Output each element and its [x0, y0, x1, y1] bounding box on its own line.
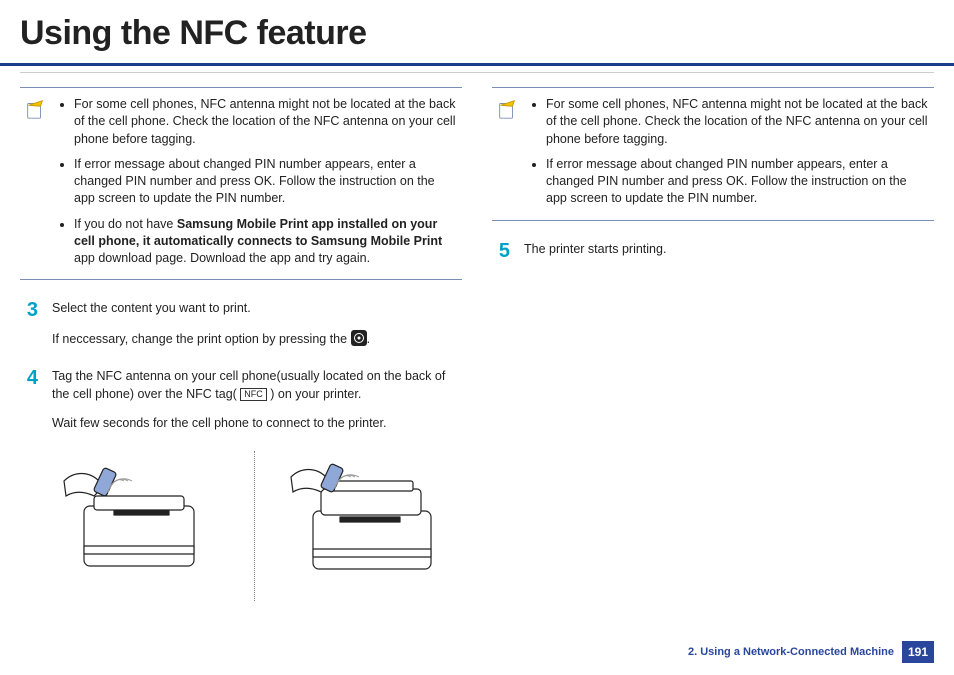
printer-illustration-2: [285, 451, 455, 591]
text-run: ) on your printer.: [267, 387, 362, 401]
note-item: If you do not have Samsung Mobile Print …: [74, 216, 456, 268]
note-box-left: For some cell phones, NFC antenna might …: [20, 87, 462, 280]
step-body: Tag the NFC antenna on your cell phone(u…: [52, 368, 462, 433]
settings-icon: [351, 330, 367, 346]
note-item: If error message about changed PIN numbe…: [546, 156, 928, 208]
step-text: Wait few seconds for the cell phone to c…: [52, 415, 462, 433]
page-footer: 2. Using a Network-Connected Machine 191: [688, 641, 934, 663]
step-number: 3: [20, 300, 38, 320]
text-run: .: [367, 332, 370, 346]
step-body: Select the content you want to print. If…: [52, 300, 462, 348]
note-list: For some cell phones, NFC antenna might …: [528, 96, 928, 208]
step-number: 4: [20, 368, 38, 388]
page-title: Using the NFC feature: [20, 14, 934, 53]
text-run: If neccessary, change the print option b…: [52, 332, 351, 346]
page-number: 191: [902, 641, 934, 663]
note-list: For some cell phones, NFC antenna might …: [56, 96, 456, 267]
step-text: Select the content you want to print.: [52, 300, 462, 318]
step-number: 5: [492, 241, 510, 261]
page-header: Using the NFC feature: [0, 0, 954, 66]
step-3: 3 Select the content you want to print. …: [20, 300, 462, 348]
two-column-body: For some cell phones, NFC antenna might …: [0, 77, 954, 611]
chapter-label: 2. Using a Network-Connected Machine: [688, 646, 894, 658]
step-4: 4 Tag the NFC antenna on your cell phone…: [20, 368, 462, 433]
left-column: For some cell phones, NFC antenna might …: [20, 77, 462, 601]
note-icon: [24, 98, 46, 120]
step-text: If neccessary, change the print option b…: [52, 330, 462, 349]
note-item: If error message about changed PIN numbe…: [74, 156, 456, 208]
nfc-tag-icon: NFC: [240, 388, 267, 401]
step-text: Tag the NFC antenna on your cell phone(u…: [52, 368, 462, 403]
illustration-row: [54, 451, 462, 601]
note-box-right: For some cell phones, NFC antenna might …: [492, 87, 934, 221]
illustration-divider: [254, 451, 255, 601]
step-text: The printer starts printing.: [524, 241, 934, 259]
note-item: For some cell phones, NFC antenna might …: [74, 96, 456, 148]
header-subrule: [20, 72, 934, 73]
step-body: The printer starts printing.: [524, 241, 934, 259]
printer-illustration-1: [54, 451, 224, 591]
note-item: For some cell phones, NFC antenna might …: [546, 96, 928, 148]
note-text: If you do not have: [74, 217, 177, 231]
note-text: app download page. Download the app and …: [74, 251, 370, 265]
right-column: For some cell phones, NFC antenna might …: [492, 77, 934, 601]
step-5: 5 The printer starts printing.: [492, 241, 934, 261]
note-icon: [496, 98, 518, 120]
